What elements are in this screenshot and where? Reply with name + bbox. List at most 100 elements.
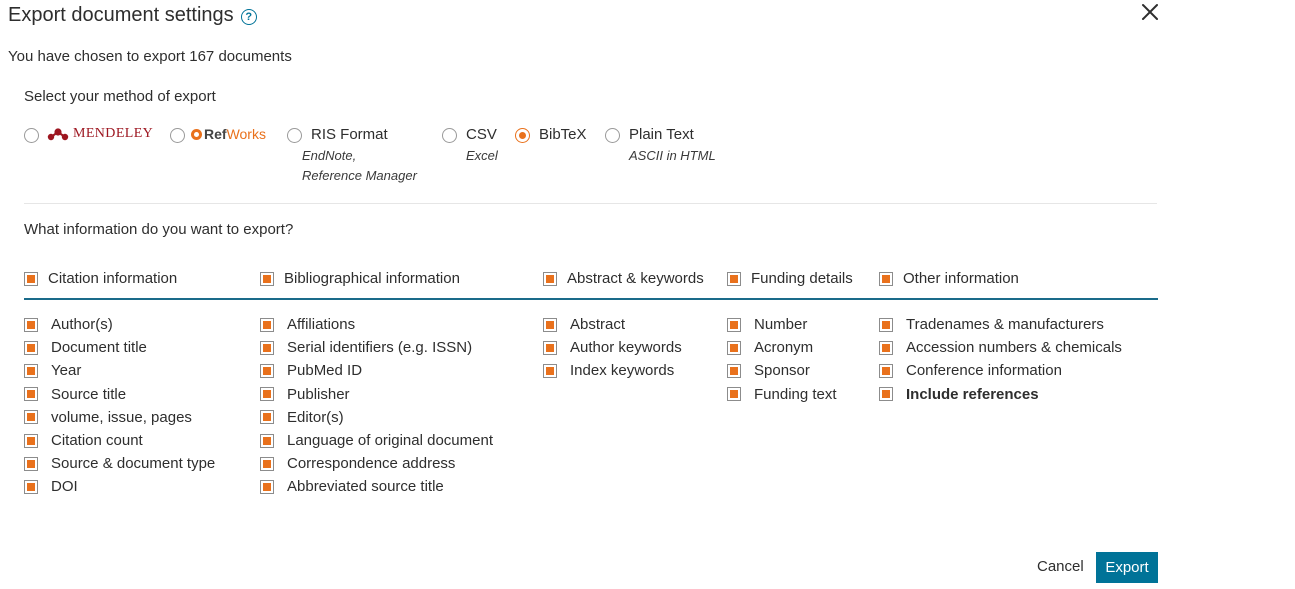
method-refworks[interactable]: Ref Works [170, 125, 266, 143]
option-doi[interactable]: DOI [24, 475, 215, 498]
radio-csv[interactable] [442, 128, 457, 143]
option-year[interactable]: Year [24, 359, 215, 382]
method-plain-text[interactable]: Plain Text ASCII in HTML [605, 125, 716, 166]
option-acronym[interactable]: Acronym [727, 336, 837, 359]
checkbox[interactable] [879, 317, 893, 332]
method-csv-sub1: Excel [466, 148, 498, 163]
header-divider [24, 298, 1158, 300]
checkbox[interactable] [260, 317, 274, 332]
option-tradenames[interactable]: Tradenames & manufacturers [879, 313, 1122, 336]
checkbox[interactable] [727, 363, 741, 378]
checkbox[interactable] [24, 456, 38, 471]
checkbox[interactable] [24, 317, 38, 332]
radio-bibtex[interactable] [515, 128, 530, 143]
close-x-icon[interactable] [1140, 2, 1160, 22]
option-label: Number [754, 316, 808, 334]
checkbox[interactable] [727, 340, 741, 355]
checkbox[interactable] [543, 363, 557, 378]
group-header-label: Citation information [48, 270, 178, 287]
option-label: Citation count [51, 432, 143, 450]
option-correspondence-address[interactable]: Correspondence address [260, 452, 493, 475]
option-author-keywords[interactable]: Author keywords [543, 336, 682, 359]
option-abstract[interactable]: Abstract [543, 313, 682, 336]
option-funding-text[interactable]: Funding text [727, 383, 837, 406]
option-number[interactable]: Number [727, 313, 837, 336]
checkbox[interactable] [24, 363, 38, 378]
option-conference-information[interactable]: Conference information [879, 359, 1122, 382]
checkbox[interactable] [543, 340, 557, 355]
method-ris[interactable]: RIS Format EndNote, Reference Manager [287, 125, 417, 186]
checkbox[interactable] [543, 317, 557, 332]
option-label: Include references [906, 385, 1039, 403]
checkbox[interactable] [260, 410, 274, 425]
option-source-title[interactable]: Source title [24, 383, 215, 406]
option-language[interactable]: Language of original document [260, 429, 493, 452]
mendeley-label: MENDELEY [73, 126, 154, 141]
group-header-funding[interactable]: Funding details [727, 270, 853, 287]
option-include-references[interactable]: Include references [879, 383, 1122, 406]
checkbox[interactable] [260, 456, 274, 471]
checkbox-abstract-all[interactable] [543, 271, 557, 286]
group-header-citation[interactable]: Citation information [24, 270, 177, 287]
checkbox[interactable] [24, 479, 38, 494]
column-funding: Number Acronym Sponsor Funding text [727, 313, 837, 406]
radio-ris[interactable] [287, 128, 302, 143]
method-mendeley[interactable]: MENDELEY [24, 125, 153, 143]
question-circle-icon[interactable]: ? [240, 8, 257, 25]
method-bibtex[interactable]: BibTeX [515, 125, 587, 145]
option-label: Source title [51, 385, 127, 403]
group-header-bibliographical[interactable]: Bibliographical information [260, 270, 460, 287]
option-label: Accession numbers & chemicals [906, 339, 1122, 357]
info-label: What information do you want to export? [24, 221, 294, 238]
option-sponsor[interactable]: Sponsor [727, 359, 837, 382]
checkbox[interactable] [879, 340, 893, 355]
method-plain-text-sub1: ASCII in HTML [629, 148, 716, 163]
option-authors[interactable]: Author(s) [24, 313, 215, 336]
option-volume-issue-pages[interactable]: volume, issue, pages [24, 406, 215, 429]
option-label: Affiliations [287, 316, 356, 334]
checkbox[interactable] [879, 387, 893, 402]
export-button[interactable]: Export [1096, 552, 1158, 583]
option-index-keywords[interactable]: Index keywords [543, 359, 682, 382]
checkbox-funding-all[interactable] [727, 271, 741, 286]
checkbox[interactable] [879, 363, 893, 378]
option-label: Author keywords [570, 339, 682, 357]
option-citation-count[interactable]: Citation count [24, 429, 215, 452]
checkbox[interactable] [260, 433, 274, 448]
checkbox[interactable] [24, 387, 38, 402]
checkbox[interactable] [260, 387, 274, 402]
method-plain-text-label: Plain Text [629, 126, 694, 143]
dialog-title: Export document settings ? [8, 4, 257, 27]
option-editors[interactable]: Editor(s) [260, 406, 493, 429]
checkbox[interactable] [727, 387, 741, 402]
option-abbreviated-source-title[interactable]: Abbreviated source title [260, 475, 493, 498]
group-header-other[interactable]: Other information [879, 270, 1019, 287]
checkbox[interactable] [24, 433, 38, 448]
option-pubmed-id[interactable]: PubMed ID [260, 359, 493, 382]
cancel-button[interactable]: Cancel [1037, 558, 1084, 575]
option-serial-identifiers[interactable]: Serial identifiers (e.g. ISSN) [260, 336, 493, 359]
method-csv[interactable]: CSV Excel [442, 125, 498, 166]
group-header-abstract[interactable]: Abstract & keywords [543, 270, 704, 287]
option-accession-numbers[interactable]: Accession numbers & chemicals [879, 336, 1122, 359]
group-header-label: Abstract & keywords [567, 270, 704, 287]
checkbox[interactable] [260, 340, 274, 355]
group-header-label: Bibliographical information [284, 270, 460, 287]
checkbox[interactable] [24, 410, 38, 425]
method-ris-text: RIS Format EndNote, Reference Manager [302, 125, 417, 186]
radio-plain-text[interactable] [605, 128, 620, 143]
checkbox-bibliographical-all[interactable] [260, 271, 274, 286]
checkbox[interactable] [260, 363, 274, 378]
option-source-document-type[interactable]: Source & document type [24, 452, 215, 475]
option-document-title[interactable]: Document title [24, 336, 215, 359]
checkbox[interactable] [727, 317, 741, 332]
checkbox-citation-all[interactable] [24, 271, 38, 286]
option-publisher[interactable]: Publisher [260, 383, 493, 406]
radio-refworks[interactable] [170, 128, 185, 143]
checkbox[interactable] [260, 479, 274, 494]
group-header-label: Other information [903, 270, 1019, 287]
radio-mendeley[interactable] [24, 128, 39, 143]
checkbox-other-all[interactable] [879, 271, 893, 286]
option-affiliations[interactable]: Affiliations [260, 313, 493, 336]
checkbox[interactable] [24, 340, 38, 355]
